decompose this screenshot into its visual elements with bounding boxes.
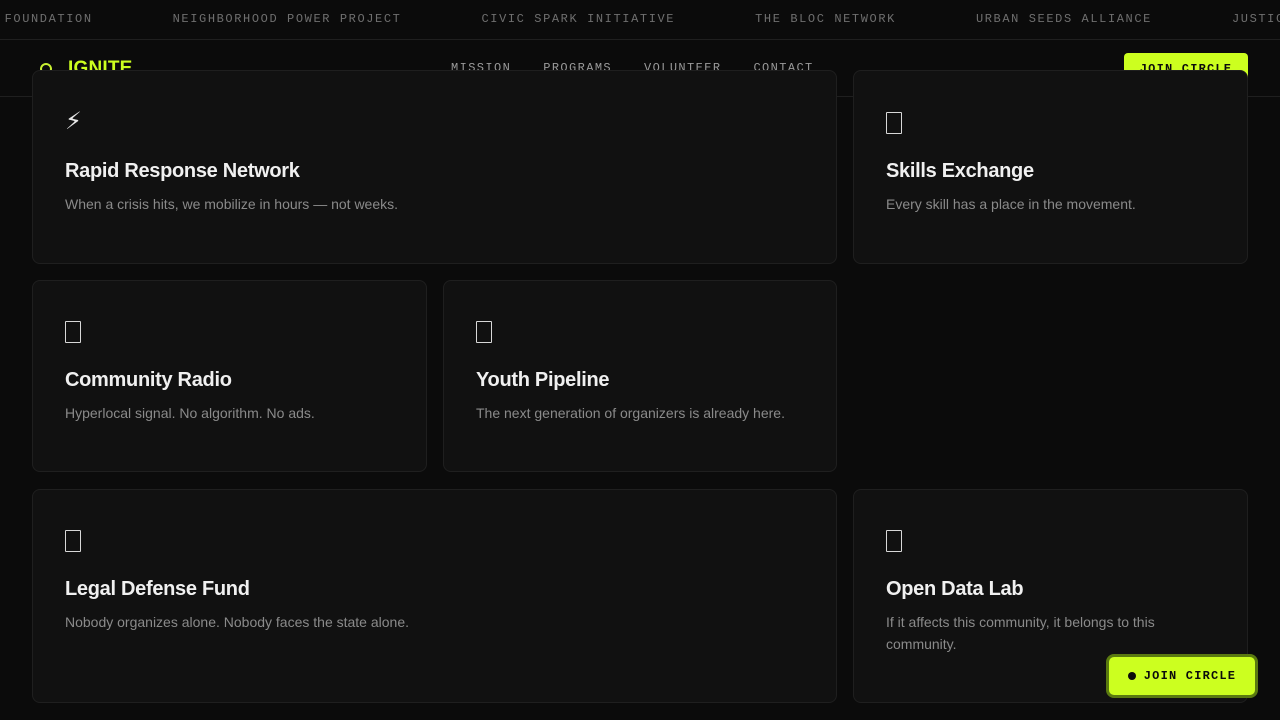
card-description: When a crisis hits, we mobilize in hours… [65,196,399,212]
card-description: Hyperlocal signal. No algorithm. No ads. [65,405,315,421]
card-description: If it affects this community, it belongs… [886,614,1155,652]
card-title: Youth Pipeline [476,369,610,391]
card-title: Open Data Lab [886,578,1024,600]
card-description: The next generation of organizers is alr… [476,405,785,421]
placeholder-icon [886,112,902,134]
ticker-item: URBAN SEEDS ALLIANCE [975,12,1152,26]
program-card[interactable]: Skills Exchange Every skill has a place … [853,70,1248,264]
card-title: Skills Exchange [886,160,1034,182]
card-title: Legal Defense Fund [65,578,250,600]
program-card[interactable]: Community Radio Hyperlocal signal. No al… [32,280,427,472]
program-card[interactable]: Youth Pipeline The next generation of or… [443,280,837,472]
ticker-item: NEIGHBORHOOD POWER PROJECT [172,12,402,26]
placeholder-icon [65,530,81,552]
program-card[interactable]: ⚡ Rapid Response Network When a crisis h… [32,70,837,264]
ticker-item: S FOUNDATION [0,12,93,26]
dot-icon [1127,672,1136,680]
placeholder-icon [65,321,81,343]
ticker-item: JUSTICE F [1231,12,1280,26]
placeholder-icon [476,321,492,343]
placeholder-icon [886,530,902,552]
card-description: Every skill has a place in the movement. [886,196,1136,212]
card-description: Nobody organizes alone. Nobody faces the… [65,614,410,630]
ticker-item: THE BLOC NETWORK [755,12,896,26]
ticker-item: CIVIC SPARK INITIATIVE [481,12,676,26]
card-title: Community Radio [65,369,232,391]
card-title: Rapid Response Network [65,160,300,182]
program-card[interactable]: Legal Defense Fund Nobody organizes alon… [32,489,837,703]
floating-cta-label: JOIN CIRCLE [1143,669,1237,683]
floating-join-circle-button[interactable]: JOIN CIRCLE [1106,654,1258,698]
partner-ticker: S FOUNDATION NEIGHBORHOOD POWER PROJECT … [0,0,1280,40]
lightning-icon: ⚡ [65,107,82,135]
